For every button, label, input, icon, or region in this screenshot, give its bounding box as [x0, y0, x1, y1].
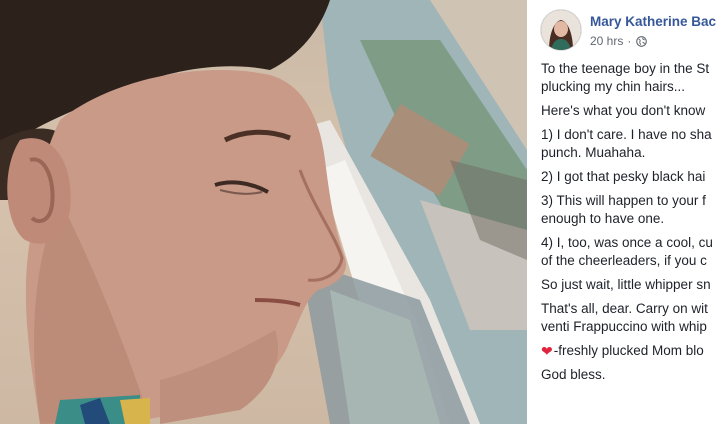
- post-paragraph: That's all, dear. Carry on wit venti Fra…: [541, 300, 721, 336]
- post-line: To the teenage boy in the St: [541, 61, 710, 76]
- post-line: That's all, dear. Carry on wit: [541, 301, 708, 316]
- post-meta: 20 hrs ·: [590, 34, 648, 48]
- facebook-photo-post: Mary Katherine Bac 20 hrs · To the teena…: [0, 0, 721, 424]
- post-line: venti Frappuccino with whip: [541, 319, 707, 334]
- post-line: of the cheerleaders, if you c: [541, 253, 707, 268]
- post-header: Mary Katherine Bac 20 hrs ·: [541, 10, 721, 52]
- post-panel: Mary Katherine Bac 20 hrs · To the teena…: [527, 0, 721, 424]
- post-line: plucking my chin hairs...: [541, 79, 686, 94]
- post-paragraph: Here's what you don't know: [541, 102, 721, 120]
- post-text: To the teenage boy in the St plucking my…: [541, 60, 721, 390]
- post-paragraph: 4) I, too, was once a cool, cu of the ch…: [541, 234, 721, 270]
- post-line: 3) This will happen to your f: [541, 193, 706, 208]
- meta-separator: ·: [627, 34, 632, 48]
- post-paragraph: To the teenage boy in the St plucking my…: [541, 60, 721, 96]
- post-paragraph: 1) I don't care. I have no sha punch. Mu…: [541, 126, 721, 162]
- post-photo[interactable]: [0, 0, 527, 424]
- post-paragraph: 2) I got that pesky black hai: [541, 168, 721, 186]
- heart-icon: ❤: [541, 343, 553, 359]
- post-paragraph: God bless.: [541, 366, 721, 384]
- selfie-photo-illustration: [0, 0, 527, 424]
- post-timestamp[interactable]: 20 hrs: [590, 34, 623, 48]
- post-line: punch. Muahaha.: [541, 145, 646, 160]
- post-line: 2) I got that pesky black hai: [541, 169, 706, 184]
- author-name-link[interactable]: Mary Katherine Bac: [590, 14, 716, 29]
- signoff-line: ❤-freshly plucked Mom blo: [541, 342, 721, 360]
- post-line: 4) I, too, was once a cool, cu: [541, 235, 713, 250]
- post-line: Here's what you don't know: [541, 103, 706, 118]
- post-paragraph: 3) This will happen to your f enough to …: [541, 192, 721, 228]
- closing-line: God bless.: [541, 367, 606, 382]
- post-line: 1) I don't care. I have no sha: [541, 127, 712, 142]
- author-avatar[interactable]: [541, 10, 581, 50]
- post-line: So just wait, little whipper sn: [541, 277, 711, 292]
- post-paragraph: So just wait, little whipper sn: [541, 276, 721, 294]
- avatar-image: [541, 10, 581, 50]
- post-line: enough to have one.: [541, 211, 665, 226]
- globe-icon[interactable]: [636, 35, 648, 47]
- signoff-text: -freshly plucked Mom blo: [553, 343, 704, 358]
